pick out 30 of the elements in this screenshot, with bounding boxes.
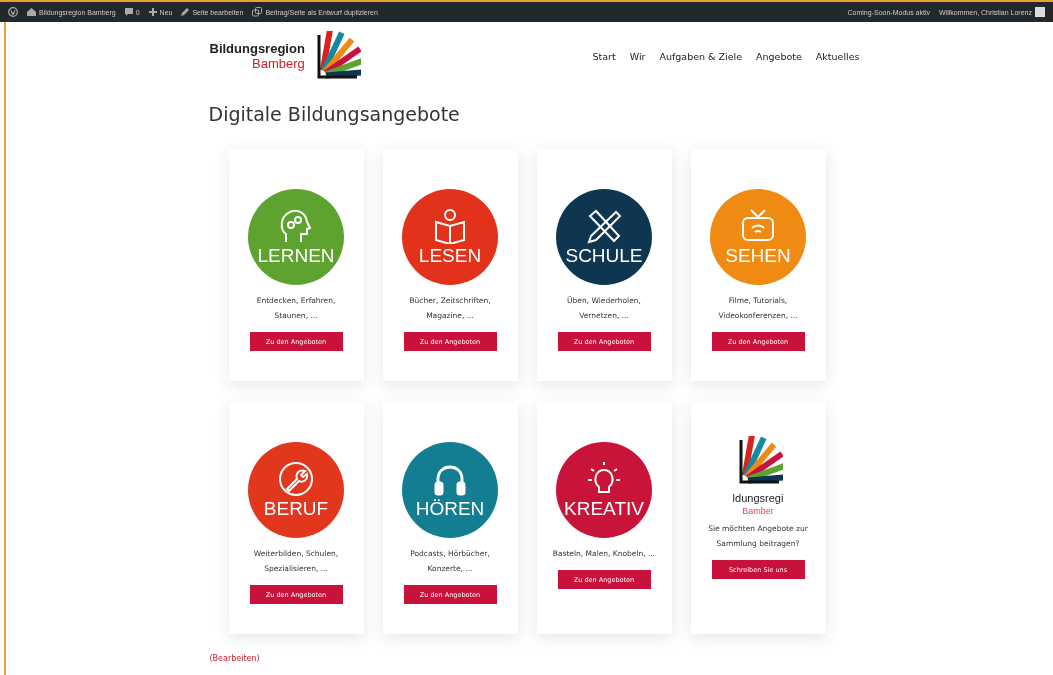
page-title: Digitale Bildungsangebote	[208, 103, 461, 125]
edit-link[interactable]: (Bearbeiten)	[209, 654, 850, 663]
home-icon	[27, 8, 36, 16]
nav-link[interactable]: Aktuelles	[815, 50, 860, 62]
category-label: BERUF	[263, 499, 329, 519]
nav-link[interactable]: Wir	[629, 50, 646, 62]
wordpress-icon[interactable]	[8, 7, 18, 17]
plus-icon	[148, 8, 157, 16]
logo-subtitle: Bamberg	[252, 56, 305, 71]
nav-link[interactable]: Aufgaben & Ziele	[659, 50, 742, 62]
avatar-icon	[1035, 7, 1045, 17]
category-icon	[586, 208, 622, 244]
category-label: SEHEN	[725, 246, 791, 266]
category-icon	[432, 208, 468, 244]
category-label: KREATIV	[564, 499, 644, 519]
category-label: HÖREN	[415, 499, 485, 519]
category-label: SCHULE	[565, 246, 643, 266]
logo-subtitle: Bamber	[742, 505, 774, 517]
nav-link[interactable]: Start	[592, 50, 616, 62]
comment-icon	[124, 8, 133, 16]
pencil-icon	[181, 8, 190, 16]
logo-title: ldungsregi	[732, 492, 784, 505]
category-icon	[278, 461, 314, 497]
category-label: LESEN	[418, 246, 482, 266]
category-icon	[278, 208, 314, 244]
category-label: LERNEN	[257, 246, 335, 266]
duplicate-icon	[252, 7, 263, 17]
logo-title: Bildungsregion	[209, 41, 305, 56]
nav-link[interactable]: Angebote	[756, 50, 802, 62]
category-icon	[740, 208, 776, 244]
